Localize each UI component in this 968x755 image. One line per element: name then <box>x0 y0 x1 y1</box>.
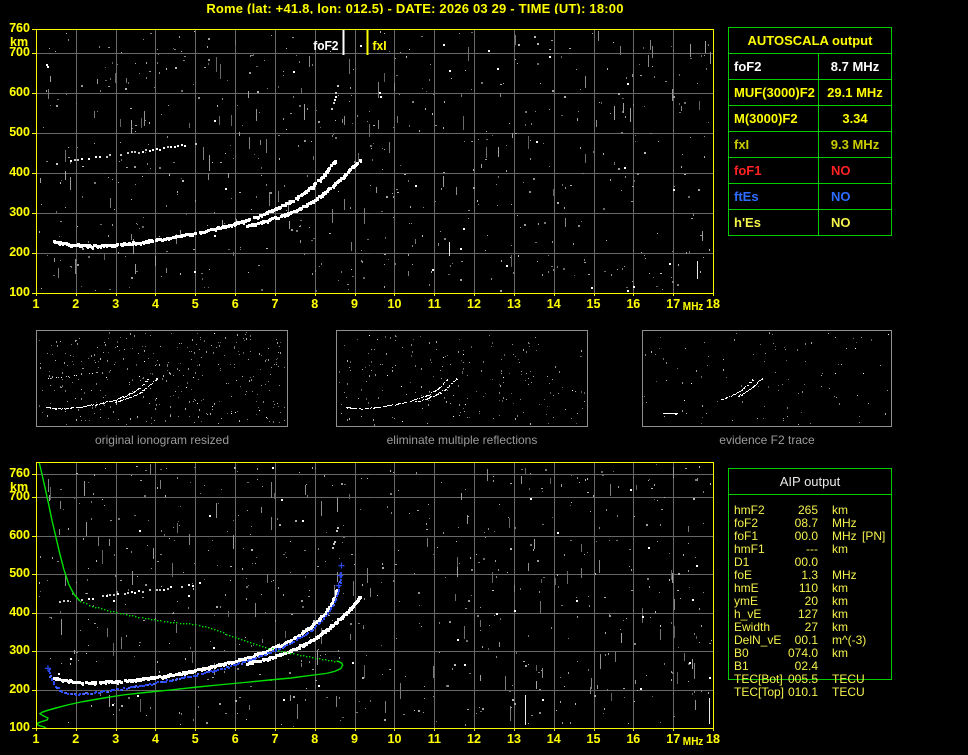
parameter-value: 9.3 MHz <box>830 137 880 152</box>
autoscala-row-fof1: foF1 NO <box>729 158 891 184</box>
aip-row-foe: foE 1.3 MHz <box>734 569 914 582</box>
thumbnail-caption-original: original ionogram resized <box>94 433 230 447</box>
parameter-label: M(3000)F2 <box>729 106 819 131</box>
aip-value: 010.1 <box>787 685 818 699</box>
aip-row-hmf2: hmF2 265 km <box>734 504 914 517</box>
aip-note: [PN] <box>862 529 886 543</box>
bottom-ionogram-plot <box>0 448 725 755</box>
top-ionogram-plot <box>0 14 725 316</box>
aip-label: TEC[Top] <box>734 685 785 699</box>
aip-row-yme: ymE 20 km <box>734 595 914 608</box>
aip-row-b0: B0 074.0 km <box>734 647 914 660</box>
parameter-value: NO <box>831 163 851 178</box>
autoscala-row-fof2: foF2 8.7 MHz <box>729 54 891 80</box>
parameter-label: ftEs <box>729 184 819 209</box>
parameter-label: MUF(3000)F2 <box>729 80 819 105</box>
autoscala-output-table: AUTOSCALA output foF2 8.7 MHz MUF(3000)F2 2… <box>728 27 892 236</box>
aip-row-d1: D1 00.0 <box>734 556 914 569</box>
aip-row-hme: hmE 110 km <box>734 582 914 595</box>
aip-row-delnve: DelN_vE 00.1 m^(-3) <box>734 634 914 647</box>
parameter-value: 3.34 <box>842 111 868 126</box>
autoscala-row-fxi: fxI 9.3 MHz <box>729 132 891 158</box>
autoscala-row-muf3000f2: MUF(3000)F2 29.1 MHz <box>729 80 891 106</box>
thumbnail-caption-evidence: evidence F2 trace <box>719 433 815 447</box>
thumbnail-eliminate-reflections <box>336 330 588 427</box>
thumbnail-original-ionogram <box>36 330 288 427</box>
aip-unit: km <box>832 646 848 660</box>
thumbnail-caption-eliminate: eliminate multiple reflections <box>386 433 538 447</box>
aip-table-header: AIP output <box>729 469 891 495</box>
thumbnail-evidence-f2-trace <box>642 330 892 427</box>
parameter-label: foF1 <box>729 158 819 183</box>
aip-row-hmf1: hmF1 --- km <box>734 543 914 556</box>
autoscala-row-ftes: ftEs NO <box>729 184 891 210</box>
aip-row-fof2: foF2 08.7 MHz <box>734 517 914 530</box>
aip-row-tectop: TEC[Top] 010.1 TECU <box>734 686 914 699</box>
autoscala-row-m3000f2: M(3000)F2 3.34 <box>729 106 891 132</box>
autoscala-row-hes: h'Es NO <box>729 210 891 235</box>
parameter-value: NO <box>831 189 851 204</box>
parameter-value: 8.7 MHz <box>830 59 880 74</box>
aip-unit: km <box>832 542 848 556</box>
autoscala-table-header: AUTOSCALA output <box>729 28 891 54</box>
parameter-value: 29.1 MHz <box>827 85 883 100</box>
parameter-value: NO <box>831 215 851 230</box>
parameter-label: h'Es <box>729 210 819 235</box>
parameter-label: foF2 <box>729 54 819 79</box>
autoscala-table-rows: foF2 8.7 MHz MUF(3000)F2 29.1 MHz M(3000)F2 3… <box>729 54 891 235</box>
autoscala-program-screen: Rome (lat: +41.8, lon: 012.5) - DATE: 20… <box>0 0 968 755</box>
parameter-label: fxI <box>729 132 819 157</box>
aip-unit: TECU <box>832 685 865 699</box>
